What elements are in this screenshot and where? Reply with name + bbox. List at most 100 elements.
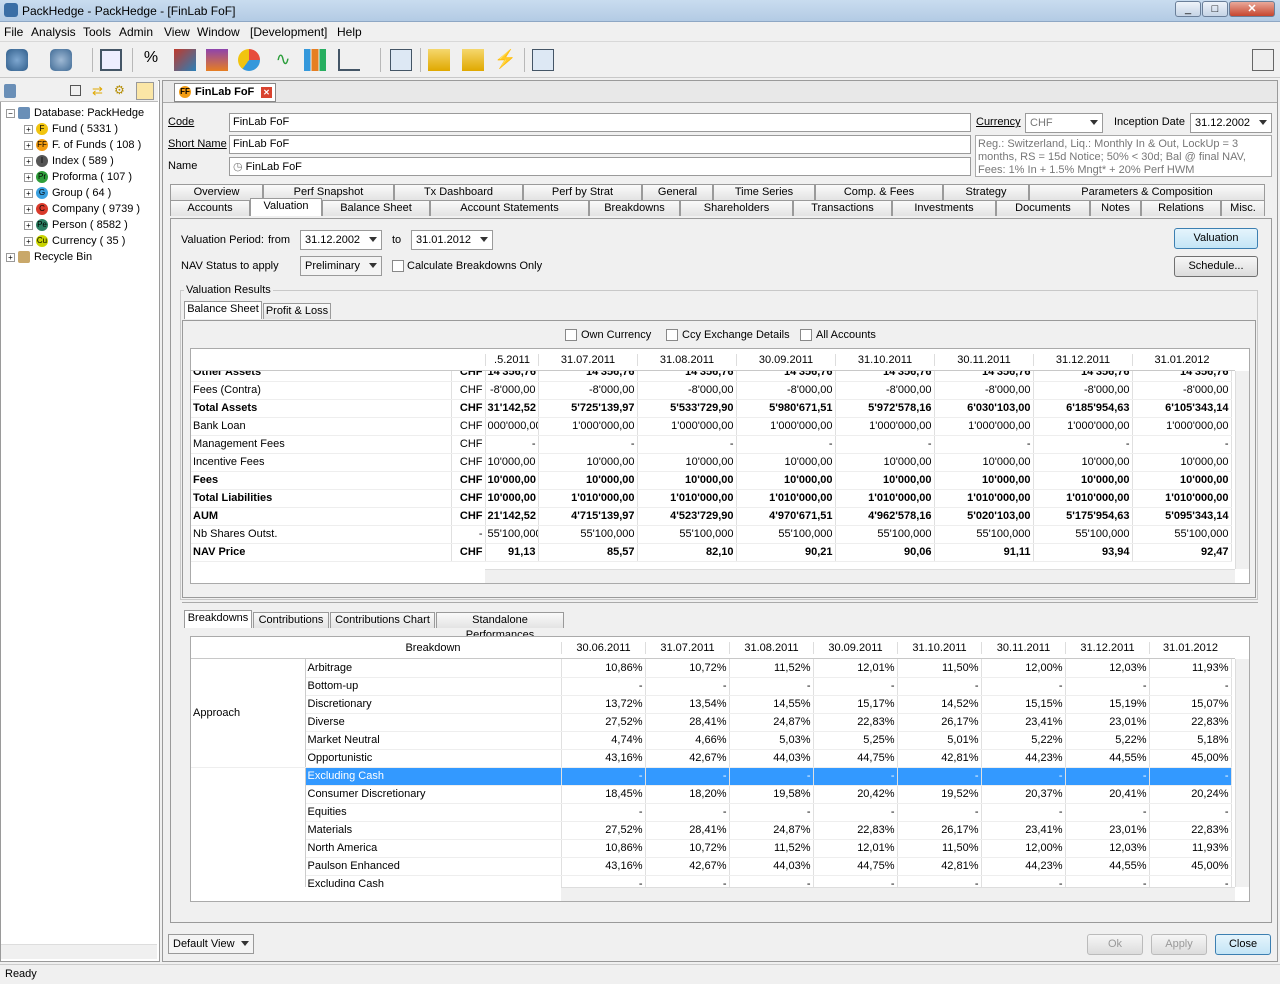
balance-cell[interactable]: 10'000,00 <box>934 471 1034 490</box>
tab-misc-[interactable]: Misc. <box>1221 200 1265 216</box>
balance-row[interactable]: Bank Loan CHF 000'000,00 1'000'000,00 1'000'… <box>191 417 1232 436</box>
balance-cell[interactable]: - <box>538 435 638 454</box>
breakdown-cell[interactable]: 24,87% <box>729 821 814 840</box>
balance-cell[interactable]: 10'000,00 <box>736 453 836 472</box>
breakdown-date-header[interactable]: 31.12.2011 <box>1065 642 1149 654</box>
breakdown-cell[interactable]: - <box>897 803 982 822</box>
breakdown-cell[interactable]: - <box>729 803 814 822</box>
tree-root[interactable]: − Database: PackHedge <box>6 107 160 123</box>
breakdown-cell[interactable]: 13,72% <box>561 695 646 714</box>
valuation-button[interactable]: Valuation <box>1174 228 1258 249</box>
subtab-balance-sheet[interactable]: Balance Sheet <box>184 301 262 319</box>
balance-cell[interactable]: 14'356,76 <box>1132 371 1232 382</box>
close-button[interactable]: Close <box>1215 934 1271 955</box>
menu-analysis[interactable]: Analysis <box>31 25 76 39</box>
balance-cell[interactable]: 10'000,00 <box>538 453 638 472</box>
breakdown-cell[interactable]: 43,16% <box>561 749 646 768</box>
menu-view[interactable]: View <box>164 25 190 39</box>
breakdown-cell[interactable]: 42,67% <box>645 857 730 876</box>
balance-cell[interactable]: 91,13 <box>485 543 539 562</box>
own-currency-checkbox[interactable] <box>565 329 577 341</box>
balance-hscroll[interactable] <box>485 569 1235 583</box>
tab-valuation[interactable]: Valuation <box>250 198 322 216</box>
balance-row[interactable]: Fees CHF 10'000,00 10'000,00 10'000,00 10'000… <box>191 471 1232 490</box>
link-toggle-icon[interactable] <box>136 82 154 100</box>
tree-item[interactable]: + G Group ( 64 ) <box>6 187 160 203</box>
breakdown-cell[interactable]: 19,58% <box>729 785 814 804</box>
to-date[interactable]: 31.01.2012 <box>411 230 493 250</box>
balance-cell[interactable]: 55'100,000 <box>835 525 935 544</box>
breakdown-cell[interactable]: - <box>561 677 646 696</box>
tab-transactions[interactable]: Transactions <box>793 200 892 216</box>
balance-date-header[interactable]: 31.08.2011 <box>637 354 736 366</box>
breakdown-cell[interactable]: 11,93% <box>1149 659 1232 678</box>
tree-item[interactable]: + Pr Proforma ( 107 ) <box>6 171 160 187</box>
tab-relations[interactable]: Relations <box>1141 200 1221 216</box>
balance-cell[interactable]: - <box>934 435 1034 454</box>
calc-breakdowns-checkbox[interactable] <box>392 260 404 272</box>
balance-cell[interactable]: 10'000,00 <box>934 453 1034 472</box>
breakdown-row[interactable]: North America 10,86% 10,72% 11,52% 12,01% 11,… <box>191 839 1232 858</box>
balance-cell[interactable]: 1'010'000,00 <box>736 489 836 508</box>
balance-cell[interactable]: 93,94 <box>1033 543 1133 562</box>
breakdown-cell[interactable]: 44,75% <box>813 857 898 876</box>
balance-cell[interactable]: 10'000,00 <box>485 453 539 472</box>
breakdown-cell[interactable]: 22,83% <box>813 821 898 840</box>
expand-icon[interactable]: + <box>24 124 33 134</box>
view-select[interactable]: Default View <box>168 934 254 954</box>
breakdown-date-header[interactable]: 31.08.2011 <box>729 642 813 654</box>
balance-row[interactable]: NAV Price CHF 91,13 85,57 82,10 90,21 90,06 91,… <box>191 543 1232 562</box>
breakdown-cell[interactable]: 28,41% <box>645 821 730 840</box>
expand-icon[interactable]: + <box>24 204 33 214</box>
currency-select[interactable]: CHF <box>1025 113 1103 133</box>
balance-cell[interactable]: 1'010'000,00 <box>835 489 935 508</box>
image-chart-icon[interactable] <box>174 49 196 71</box>
breakdown-cell[interactable]: 44,55% <box>1065 857 1150 876</box>
balance-cell[interactable]: 1'010'000,00 <box>1132 489 1232 508</box>
tree-item[interactable]: + C Company ( 9739 ) <box>6 203 160 219</box>
tab-account-statements[interactable]: Account Statements <box>430 200 589 216</box>
balance-cell[interactable]: 14'356,76 <box>485 371 539 382</box>
breakdown-cell[interactable]: - <box>561 767 646 786</box>
breakdown-cell[interactable]: 4,66% <box>645 731 730 750</box>
breakdown-cell[interactable]: 42,81% <box>897 857 982 876</box>
breakdown-cell[interactable]: - <box>1065 677 1150 696</box>
tab-shareholders[interactable]: Shareholders <box>680 200 793 216</box>
balance-cell[interactable]: 10'000,00 <box>1033 453 1133 472</box>
breakdown-row[interactable]: Paulson Enhanced 43,16% 42,67% 44,03% 44,75%… <box>191 857 1232 876</box>
menu-admin[interactable]: Admin <box>119 25 153 39</box>
breakdown-cell[interactable]: 19,52% <box>897 785 982 804</box>
menu-development[interactable]: [Development] <box>250 25 327 39</box>
balance-cell[interactable]: 000'000,00 <box>485 417 539 436</box>
balance-cell[interactable]: 92,47 <box>1132 543 1232 562</box>
balance-cell[interactable]: - <box>835 435 935 454</box>
breakdown-row[interactable]: Approach Arbitrage 10,86% 10,72% 11,52% 12,01… <box>191 659 1232 768</box>
menu-window[interactable]: Window <box>197 25 240 39</box>
subtab-profit-loss[interactable]: Profit & Loss <box>263 303 331 319</box>
breakdown-cell[interactable]: 14,52% <box>897 695 982 714</box>
monitor-chart-icon[interactable] <box>100 49 122 71</box>
breakdown-cell[interactable]: - <box>645 803 730 822</box>
breakdown-cell[interactable]: - <box>1149 677 1232 696</box>
balance-cell[interactable]: 14'356,76 <box>538 371 638 382</box>
balance-cell[interactable]: 5'175'954,63 <box>1033 507 1133 526</box>
breakdown-row[interactable]: Diverse 27,52% 28,41% 24,87% 22,83% 26,17% 23,… <box>191 713 1232 732</box>
breakdown-cell[interactable]: 24,87% <box>729 713 814 732</box>
breakdown-cell[interactable]: - <box>981 875 1066 887</box>
balance-date-header[interactable]: .5.2011 <box>485 354 538 366</box>
breakdown-cell[interactable]: - <box>1065 767 1150 786</box>
tab-breakdowns[interactable]: Breakdowns <box>589 200 680 216</box>
breakdown-cell[interactable]: 23,41% <box>981 713 1066 732</box>
balance-cell[interactable]: -8'000,00 <box>538 381 638 400</box>
breakdown-cell[interactable]: 10,72% <box>645 839 730 858</box>
nav-status-select[interactable]: Preliminary <box>300 256 382 276</box>
breakdown-cell[interactable]: 11,50% <box>897 839 982 858</box>
balance-cell[interactable]: 10'000,00 <box>485 489 539 508</box>
breakdown-cell[interactable]: 15,19% <box>1065 695 1150 714</box>
balance-date-header[interactable]: 30.09.2011 <box>736 354 835 366</box>
breakdown-cell[interactable]: 44,23% <box>981 749 1066 768</box>
balance-cell[interactable]: 31'142,52 <box>485 399 539 418</box>
breakdown-cell[interactable]: - <box>645 767 730 786</box>
balance-cell[interactable]: 6'185'954,63 <box>1033 399 1133 418</box>
breakdown-cell[interactable]: 10,72% <box>645 659 730 678</box>
